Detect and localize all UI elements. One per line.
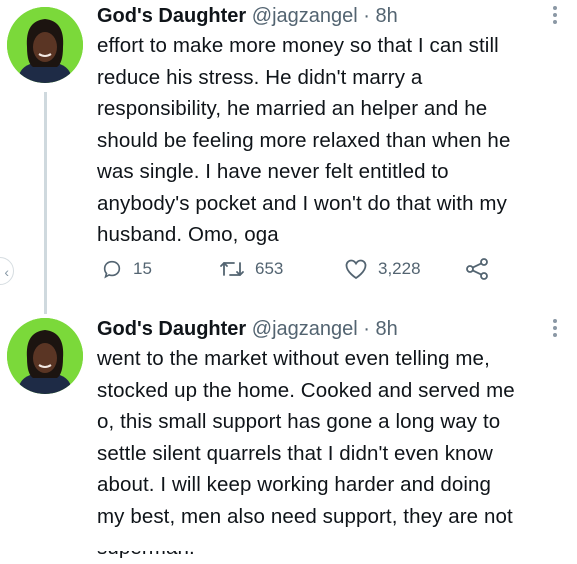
tweet-text-line: about. I will keep working harder and do… — [97, 473, 492, 496]
tweet-actions: 15 653 3,228 — [101, 258, 521, 282]
tweet-header: God's Daughter @jagzangel · 8h — [97, 3, 398, 29]
reply-count: 15 — [133, 259, 152, 278]
reply-button[interactable]: 15 — [101, 258, 152, 280]
tweet-text: effort to make more money so that I can … — [97, 30, 567, 251]
tweet-time[interactable]: · 8h — [363, 318, 397, 340]
tweet-header: God's Daughter @jagzangel · 8h — [97, 316, 398, 342]
heart-icon — [345, 259, 367, 280]
author-name[interactable]: God's Daughter — [97, 318, 246, 340]
tweet-text-line: was single. I have never felt entitled t… — [97, 160, 449, 183]
tweet-text-line: reduce his stress. He didn't marry a — [97, 65, 423, 89]
avatar[interactable] — [7, 318, 83, 394]
tweet-text-line: should be feeling more relaxed than when… — [97, 128, 511, 152]
tweet-text-line: husband. Omo, oga — [97, 223, 279, 246]
tweet-text-line: effort to make more money so that I can … — [97, 34, 499, 57]
tweet-text-line: responsibility, he married an helper and… — [97, 97, 488, 120]
tweet-text-line: went to the market without even telling … — [97, 347, 490, 370]
tweet-text-line: my best, men also need support, they are… — [97, 504, 513, 528]
thread-connector-line — [44, 92, 47, 314]
retweet-icon — [220, 262, 244, 276]
author-handle[interactable]: @jagzangel — [252, 318, 358, 340]
tweet-text: went to the market without even telling … — [97, 343, 567, 564]
bottom-edge — [0, 543, 577, 551]
chevron-left-icon[interactable]: ‹ — [0, 257, 14, 285]
author-name[interactable]: God's Daughter — [97, 5, 246, 27]
tweet-time[interactable]: · 8h — [363, 5, 397, 27]
reply-icon — [103, 260, 121, 279]
share-button[interactable] — [465, 258, 499, 280]
tweet-text-line: anybody's pocket and I won't do that wit… — [97, 191, 507, 215]
tweet-text-line: settle silent quarrels that I didn't eve… — [97, 441, 493, 465]
like-button[interactable]: 3,228 — [344, 258, 421, 280]
retweet-button[interactable]: 653 — [219, 258, 283, 280]
retweet-count: 653 — [255, 259, 284, 278]
avatar[interactable] — [7, 7, 83, 83]
more-dots-icon[interactable] — [552, 6, 558, 27]
tweet-text-line: stocked up the home. Cooked and served m… — [97, 378, 515, 402]
like-count: 3,228 — [378, 259, 421, 278]
author-handle[interactable]: @jagzangel — [252, 5, 358, 27]
share-icon — [466, 258, 488, 280]
more-dots-icon[interactable] — [552, 319, 558, 340]
tweet-text-line: o, this small support has gone a long wa… — [97, 410, 501, 433]
